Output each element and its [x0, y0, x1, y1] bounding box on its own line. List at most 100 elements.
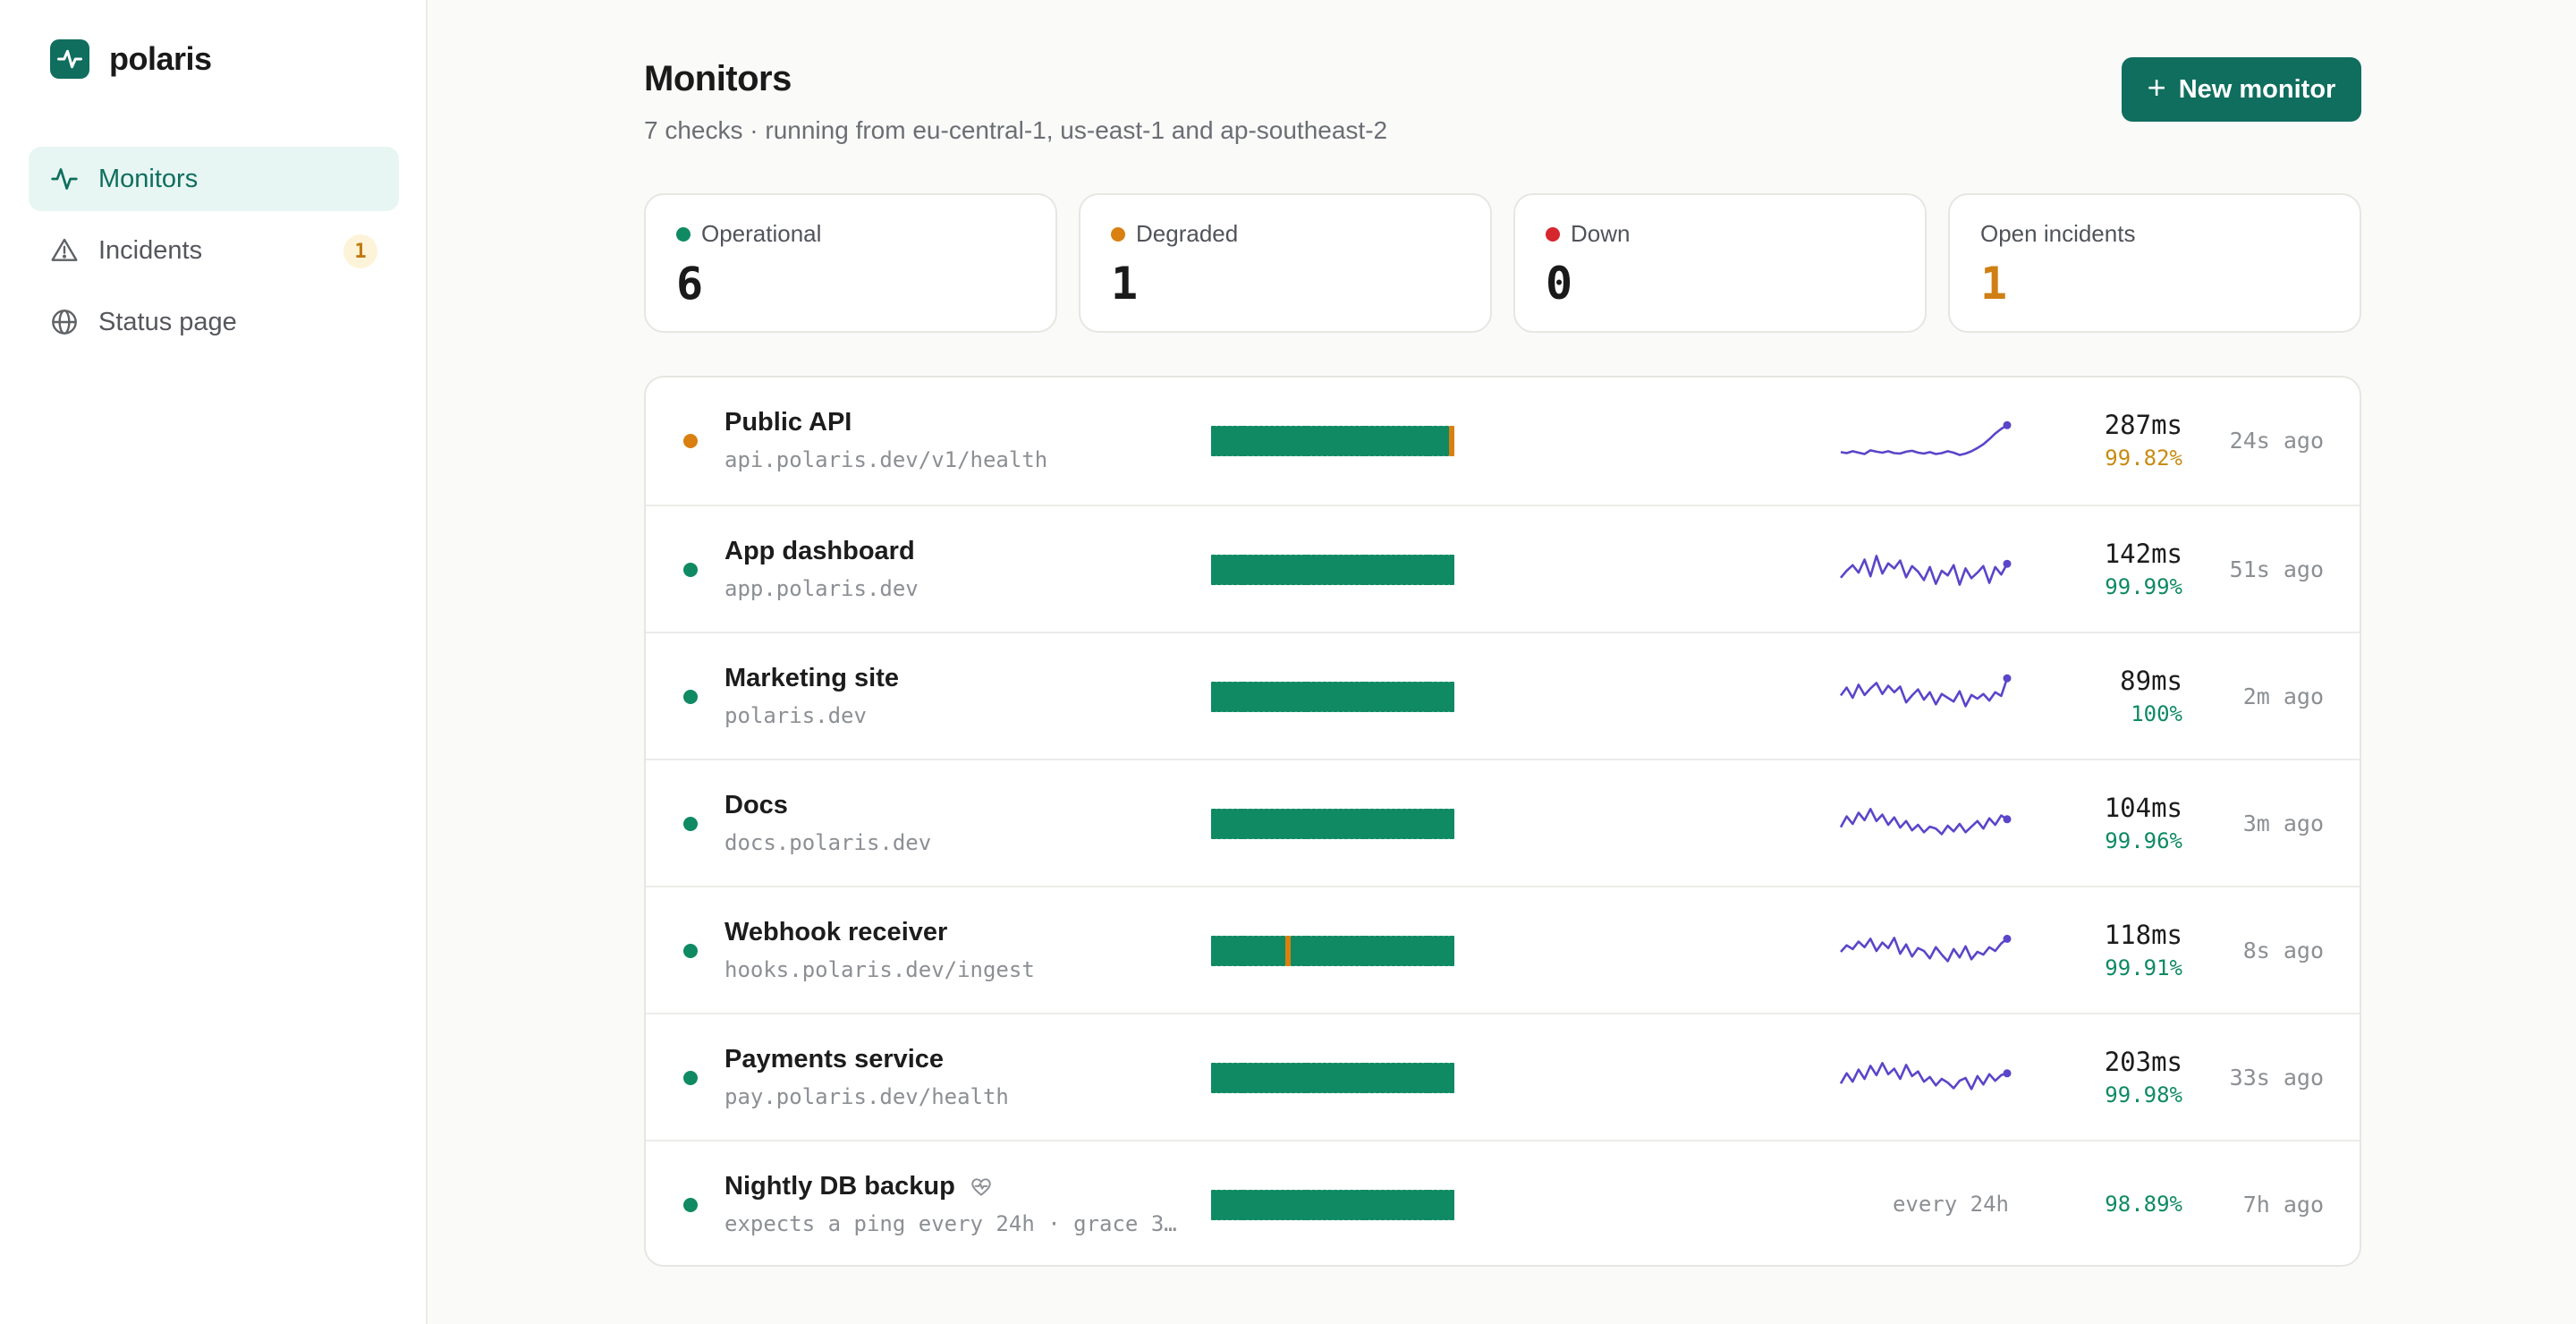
uptime-bar[interactable]: [1290, 555, 1296, 585]
uptime-bar[interactable]: [1290, 936, 1296, 966]
uptime-bar[interactable]: [1449, 555, 1455, 585]
uptime-bar[interactable]: [1401, 809, 1407, 839]
uptime-bar[interactable]: [1411, 682, 1418, 712]
uptime-bar[interactable]: [1411, 426, 1418, 456]
uptime-bar[interactable]: [1290, 809, 1296, 839]
uptime-bar[interactable]: [1417, 809, 1423, 839]
monitor-row[interactable]: Docs docs.polaris.dev 104ms 99.96% 3m ago: [646, 759, 2360, 886]
uptime-bar[interactable]: [1290, 426, 1296, 456]
uptime-bar[interactable]: [1401, 1190, 1407, 1220]
uptime-bar[interactable]: [1284, 426, 1291, 456]
uptime-bar[interactable]: [1348, 682, 1354, 712]
uptime-bar[interactable]: [1226, 426, 1233, 456]
new-monitor-button[interactable]: + New monitor: [2122, 57, 2361, 122]
uptime-bar[interactable]: [1279, 1190, 1285, 1220]
uptime-bar[interactable]: [1232, 809, 1238, 839]
uptime-bar[interactable]: [1401, 936, 1407, 966]
uptime-bar[interactable]: [1343, 809, 1349, 839]
uptime-bar[interactable]: [1401, 682, 1407, 712]
uptime-bar[interactable]: [1348, 1190, 1354, 1220]
uptime-bar[interactable]: [1343, 936, 1349, 966]
uptime-bar[interactable]: [1290, 682, 1296, 712]
uptime-bar[interactable]: [1411, 1190, 1418, 1220]
brand[interactable]: polaris: [50, 39, 212, 79]
uptime-bar[interactable]: [1279, 682, 1285, 712]
uptime-bar[interactable]: [1279, 936, 1285, 966]
uptime-bar[interactable]: [1295, 426, 1301, 456]
uptime-bar[interactable]: [1295, 1190, 1301, 1220]
sidebar-item-monitors[interactable]: Monitors: [29, 147, 399, 211]
monitor-row[interactable]: Nightly DB backup expects a ping every 24…: [646, 1140, 2360, 1265]
uptime-bar[interactable]: [1284, 555, 1291, 585]
uptime-bar[interactable]: [1226, 809, 1233, 839]
uptime-bar[interactable]: [1417, 936, 1423, 966]
uptime-bar[interactable]: [1411, 1063, 1418, 1093]
uptime-bar[interactable]: [1279, 809, 1285, 839]
monitor-row[interactable]: Marketing site polaris.dev 89ms 100% 2m ago: [646, 632, 2360, 759]
uptime-bar[interactable]: [1295, 809, 1301, 839]
uptime-bar[interactable]: [1232, 682, 1238, 712]
uptime-bar[interactable]: [1353, 426, 1360, 456]
uptime-bar[interactable]: [1353, 555, 1360, 585]
uptime-bar[interactable]: [1295, 936, 1301, 966]
uptime-bar[interactable]: [1279, 555, 1285, 585]
uptime-bar[interactable]: [1343, 555, 1349, 585]
uptime-bar[interactable]: [1232, 1063, 1238, 1093]
uptime-bar[interactable]: [1343, 426, 1349, 456]
uptime-bar[interactable]: [1353, 809, 1360, 839]
uptime-bar[interactable]: [1290, 1063, 1296, 1093]
uptime-bar[interactable]: [1411, 936, 1418, 966]
uptime-bar[interactable]: [1449, 1190, 1455, 1220]
uptime-bar[interactable]: [1279, 1063, 1285, 1093]
uptime-bar[interactable]: [1449, 682, 1455, 712]
uptime-bar[interactable]: [1284, 936, 1291, 966]
uptime-bar[interactable]: [1232, 936, 1238, 966]
uptime-bar[interactable]: [1348, 809, 1354, 839]
uptime-bar[interactable]: [1279, 426, 1285, 456]
uptime-bar[interactable]: [1348, 1063, 1354, 1093]
uptime-bar[interactable]: [1284, 1063, 1291, 1093]
uptime-bar[interactable]: [1353, 682, 1360, 712]
uptime-bar[interactable]: [1348, 555, 1354, 585]
uptime-bar[interactable]: [1226, 936, 1233, 966]
uptime-bar[interactable]: [1417, 1190, 1423, 1220]
uptime-bar[interactable]: [1406, 682, 1412, 712]
uptime-bar[interactable]: [1348, 426, 1354, 456]
uptime-bar[interactable]: [1284, 682, 1291, 712]
uptime-bar[interactable]: [1221, 682, 1227, 712]
uptime-bar[interactable]: [1406, 555, 1412, 585]
uptime-bar[interactable]: [1411, 809, 1418, 839]
uptime-bar[interactable]: [1353, 936, 1360, 966]
uptime-bar[interactable]: [1226, 1063, 1233, 1093]
uptime-bar[interactable]: [1406, 1190, 1412, 1220]
uptime-bar[interactable]: [1295, 682, 1301, 712]
monitor-row[interactable]: Payments service pay.polaris.dev/health 20…: [646, 1013, 2360, 1140]
uptime-bar[interactable]: [1417, 426, 1423, 456]
uptime-bar[interactable]: [1221, 809, 1227, 839]
uptime-bar[interactable]: [1290, 1190, 1296, 1220]
uptime-bar[interactable]: [1353, 1190, 1360, 1220]
uptime-bar[interactable]: [1295, 555, 1301, 585]
uptime-bar[interactable]: [1449, 426, 1455, 456]
sidebar-item-status-page[interactable]: Status page: [29, 290, 399, 354]
uptime-bar[interactable]: [1221, 1063, 1227, 1093]
uptime-bar[interactable]: [1406, 809, 1412, 839]
uptime-bar[interactable]: [1232, 1190, 1238, 1220]
uptime-bar[interactable]: [1284, 809, 1291, 839]
uptime-bar[interactable]: [1417, 682, 1423, 712]
monitor-row[interactable]: App dashboard app.polaris.dev 142ms 99.99% 5…: [646, 505, 2360, 632]
uptime-bar[interactable]: [1226, 555, 1233, 585]
uptime-bar[interactable]: [1284, 1190, 1291, 1220]
uptime-bar[interactable]: [1295, 1063, 1301, 1093]
uptime-bar[interactable]: [1406, 1063, 1412, 1093]
uptime-bar[interactable]: [1417, 1063, 1423, 1093]
monitor-row[interactable]: Webhook receiver hooks.polaris.dev/ingest…: [646, 886, 2360, 1013]
monitor-row[interactable]: Public API api.polaris.dev/v1/health 287ms…: [646, 378, 2360, 505]
uptime-bar[interactable]: [1232, 426, 1238, 456]
uptime-bar[interactable]: [1226, 1190, 1233, 1220]
uptime-bar[interactable]: [1401, 426, 1407, 456]
uptime-bar[interactable]: [1343, 1063, 1349, 1093]
sidebar-item-incidents[interactable]: Incidents 1: [29, 218, 399, 283]
uptime-bar[interactable]: [1449, 1063, 1455, 1093]
uptime-bar[interactable]: [1449, 936, 1455, 966]
